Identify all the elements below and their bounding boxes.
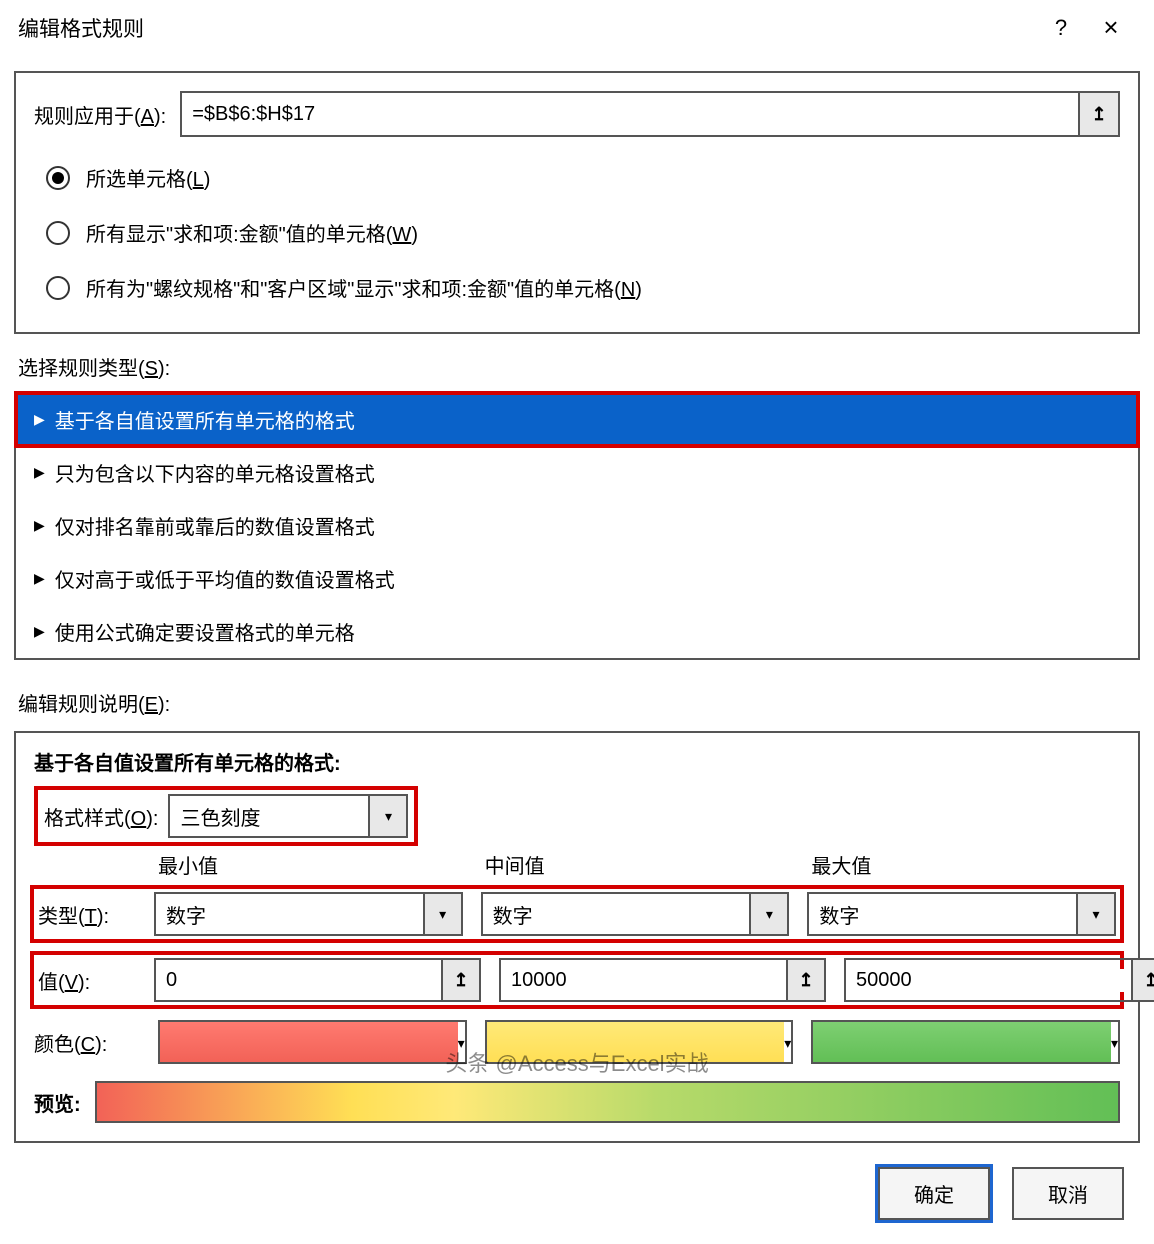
radio-all-for-fields[interactable]: 所有为"螺纹规格"和"客户区域"显示"求和项:金额"值的单元格(N) <box>34 265 1120 310</box>
chevron-down-icon: ▾ <box>1092 906 1099 923</box>
applies-to-group: 规则应用于(A): ↥ 所选单元格(L) 所有显示"求和项:金额"值的单元格(W… <box>14 71 1140 334</box>
rule-desc-group: 基于各自值设置所有单元格的格式: 格式样式(O): 三色刻度 ▾ 最小值 中间值… <box>14 731 1140 1143</box>
format-style-label: 格式样式(O): <box>44 802 158 831</box>
applies-to-input[interactable] <box>182 103 1078 126</box>
dropdown-button[interactable]: ▾ <box>1111 1032 1118 1053</box>
dropdown-button[interactable]: ▾ <box>458 1032 465 1053</box>
chevron-down-icon: ▾ <box>385 808 392 825</box>
type-max-value: 数字 <box>809 900 1076 929</box>
type-min-dropdown[interactable]: 数字 ▾ <box>154 892 463 936</box>
triangle-right-icon: ▶ <box>34 623 45 640</box>
color-swatch-green <box>813 1022 1111 1062</box>
range-picker-button[interactable]: ↥ <box>1078 93 1118 135</box>
rule-type-formula[interactable]: ▶ 使用公式确定要设置格式的单元格 <box>16 605 1138 658</box>
format-style-row: 格式样式(O): 三色刻度 ▾ <box>34 786 418 846</box>
color-max-dropdown[interactable]: ▾ <box>811 1020 1120 1064</box>
collapse-dialog-icon: ↥ <box>1143 970 1154 991</box>
applies-to-label: 规则应用于(A): <box>34 100 166 129</box>
triangle-right-icon: ▶ <box>34 464 45 481</box>
type-mid-value: 数字 <box>483 900 750 929</box>
dropdown-button[interactable]: ▾ <box>749 894 787 934</box>
radio-label: 所有为"螺纹规格"和"客户区域"显示"求和项:金额"值的单元格(N) <box>86 273 642 302</box>
triangle-right-icon: ▶ <box>34 411 45 428</box>
radio-icon <box>46 166 70 190</box>
value-min-input-wrap: ↥ <box>154 958 481 1002</box>
value-max-input-wrap: ↥ <box>844 958 1154 1002</box>
dialog-title: 编辑格式规则 <box>18 13 1036 43</box>
rule-type-format-all[interactable]: ▶ 基于各自值设置所有单元格的格式 <box>16 393 1138 446</box>
rule-type-text: 仅对高于或低于平均值的数值设置格式 <box>55 564 395 593</box>
value-label: 值(V): <box>38 966 136 995</box>
radio-all-showing[interactable]: 所有显示"求和项:金额"值的单元格(W) <box>34 210 1120 255</box>
col-header-mid: 中间值 <box>485 846 794 883</box>
help-button[interactable]: ? <box>1036 15 1086 41</box>
preview-row: 预览: <box>34 1081 1120 1123</box>
dropdown-button[interactable]: ▾ <box>368 796 406 836</box>
color-label: 颜色(C): <box>34 1028 140 1057</box>
triangle-right-icon: ▶ <box>34 517 45 534</box>
rule-type-topbottom[interactable]: ▶ 仅对排名靠前或靠后的数值设置格式 <box>16 499 1138 552</box>
ok-button[interactable]: 确定 <box>878 1167 990 1220</box>
range-picker-button[interactable]: ↥ <box>441 960 479 1000</box>
rule-type-text: 只为包含以下内容的单元格设置格式 <box>55 458 375 487</box>
color-row: 颜色(C): ▾ ▾ ▾ <box>34 1017 1120 1067</box>
chevron-down-icon: ▾ <box>458 1035 465 1051</box>
rule-desc-label: 编辑规则说明(E): <box>0 660 1154 731</box>
radio-selected-cells[interactable]: 所选单元格(L) <box>34 155 1120 200</box>
column-headers: 最小值 中间值 最大值 <box>34 846 1120 885</box>
rule-type-average[interactable]: ▶ 仅对高于或低于平均值的数值设置格式 <box>16 552 1138 605</box>
value-max-input[interactable] <box>846 969 1131 992</box>
collapse-dialog-icon: ↥ <box>798 970 813 991</box>
close-button[interactable]: × <box>1086 12 1136 43</box>
chevron-down-icon: ▾ <box>439 906 446 923</box>
rule-type-label: 选择规则类型(S): <box>0 334 1154 391</box>
range-picker-button[interactable]: ↥ <box>786 960 824 1000</box>
rule-type-text: 使用公式确定要设置格式的单元格 <box>55 617 355 646</box>
color-swatch-yellow <box>487 1022 785 1062</box>
format-style-dropdown[interactable]: 三色刻度 ▾ <box>168 794 408 838</box>
collapse-dialog-icon: ↥ <box>1091 104 1106 125</box>
color-mid-dropdown[interactable]: ▾ <box>485 1020 794 1064</box>
preview-gradient <box>95 1081 1120 1123</box>
type-mid-dropdown[interactable]: 数字 ▾ <box>481 892 790 936</box>
radio-icon <box>46 276 70 300</box>
rule-desc-title: 基于各自值设置所有单元格的格式: <box>34 747 1120 776</box>
value-mid-input[interactable] <box>501 969 786 992</box>
rule-type-contain[interactable]: ▶ 只为包含以下内容的单元格设置格式 <box>16 446 1138 499</box>
format-style-value: 三色刻度 <box>170 802 368 831</box>
radio-icon <box>46 221 70 245</box>
rule-type-list: ▶ 基于各自值设置所有单元格的格式 ▶ 只为包含以下内容的单元格设置格式 ▶ 仅… <box>14 391 1140 660</box>
chevron-down-icon: ▾ <box>766 906 773 923</box>
color-swatch-red <box>160 1022 458 1062</box>
rule-type-text: 仅对排名靠前或靠后的数值设置格式 <box>55 511 375 540</box>
radio-label: 所选单元格(L) <box>86 163 210 192</box>
range-picker-button[interactable]: ↥ <box>1131 960 1154 1000</box>
applies-to-row: 规则应用于(A): ↥ <box>34 91 1120 137</box>
triangle-right-icon: ▶ <box>34 570 45 587</box>
rule-type-text: 基于各自值设置所有单元格的格式 <box>55 405 355 434</box>
value-min-input[interactable] <box>156 969 441 992</box>
type-min-value: 数字 <box>156 900 423 929</box>
dialog-footer: 确定 取消 <box>0 1143 1154 1244</box>
collapse-dialog-icon: ↥ <box>453 970 468 991</box>
cancel-button[interactable]: 取消 <box>1012 1167 1124 1220</box>
value-row: 值(V): ↥ ↥ ↥ <box>30 951 1124 1009</box>
color-min-dropdown[interactable]: ▾ <box>158 1020 467 1064</box>
col-header-min: 最小值 <box>158 846 467 883</box>
col-header-max: 最大值 <box>811 846 1120 883</box>
type-max-dropdown[interactable]: 数字 ▾ <box>807 892 1116 936</box>
radio-label: 所有显示"求和项:金额"值的单元格(W) <box>86 218 418 247</box>
chevron-down-icon: ▾ <box>1111 1035 1118 1051</box>
titlebar: 编辑格式规则 ? × <box>0 0 1154 61</box>
preview-label: 预览: <box>34 1088 81 1117</box>
applies-to-input-wrap: ↥ <box>180 91 1120 137</box>
value-mid-input-wrap: ↥ <box>499 958 826 1002</box>
type-label: 类型(T): <box>38 900 136 929</box>
type-row: 类型(T): 数字 ▾ 数字 ▾ 数字 ▾ <box>30 885 1124 943</box>
dropdown-button[interactable]: ▾ <box>423 894 461 934</box>
dropdown-button[interactable]: ▾ <box>1076 894 1114 934</box>
chevron-down-icon: ▾ <box>784 1035 791 1051</box>
dropdown-button[interactable]: ▾ <box>784 1032 791 1053</box>
